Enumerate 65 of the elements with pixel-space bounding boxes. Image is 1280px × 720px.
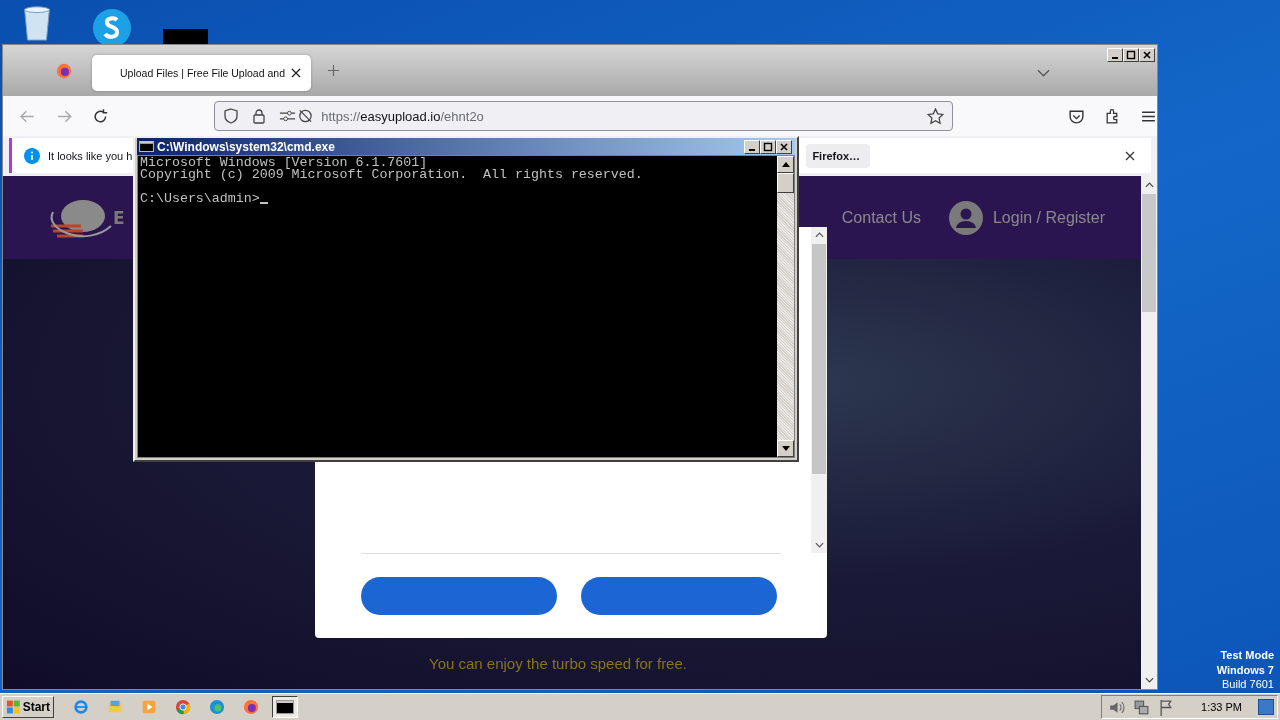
console-icon bbox=[139, 141, 154, 152]
console-icon bbox=[276, 699, 294, 715]
maximize-button[interactable] bbox=[1123, 48, 1139, 62]
info-icon bbox=[24, 147, 40, 164]
minimize-button[interactable] bbox=[1107, 48, 1123, 62]
close-icon bbox=[779, 141, 789, 152]
scroll-thumb[interactable] bbox=[1142, 194, 1156, 312]
shield-icon[interactable] bbox=[223, 108, 240, 124]
play-icon bbox=[140, 699, 158, 715]
close-icon[interactable] bbox=[291, 67, 301, 78]
console-text: Copyright (c) 2009 Microsoft Corporation. All rights reserved. bbox=[140, 169, 644, 181]
nav-link[interactable]: Login / Register bbox=[992, 208, 1105, 227]
minimize-button[interactable] bbox=[744, 139, 760, 154]
notification-button[interactable]: Firefox… bbox=[806, 143, 871, 168]
tagline-text: You can enjoy the turbo speed for free. bbox=[428, 655, 688, 672]
address-bar[interactable]: https://easyupload.io/ehnt2o bbox=[214, 101, 953, 131]
window-title: C:\Windows\system32\cmd.exe bbox=[157, 139, 335, 154]
new-tab-icon[interactable] bbox=[327, 64, 340, 77]
close-button[interactable] bbox=[1139, 48, 1155, 62]
reload-icon[interactable] bbox=[92, 107, 110, 125]
user-avatar-icon[interactable] bbox=[948, 200, 983, 235]
browser-tab[interactable]: Upload Files | Free File Upload and bbox=[92, 54, 311, 91]
star-icon[interactable] bbox=[927, 107, 944, 125]
minimize-icon bbox=[749, 148, 755, 151]
minimize-icon bbox=[1112, 57, 1118, 59]
maximize-icon bbox=[1126, 50, 1136, 60]
close-button[interactable] bbox=[776, 139, 792, 154]
action-button[interactable] bbox=[361, 577, 557, 615]
pocket-icon[interactable] bbox=[1068, 107, 1085, 125]
taskbar-app-button[interactable] bbox=[272, 696, 298, 718]
os-notice-text: Test Mode bbox=[1219, 648, 1274, 663]
maximize-icon bbox=[763, 141, 773, 152]
os-notice-text: Windows 7 bbox=[1216, 662, 1274, 677]
scroll-thumb[interactable] bbox=[812, 244, 826, 474]
console-prompt: C:\Users\admin> bbox=[140, 193, 260, 205]
close-icon bbox=[1142, 50, 1152, 60]
scrollbar[interactable] bbox=[1141, 176, 1157, 689]
action-button[interactable] bbox=[581, 577, 777, 615]
notification-text: It looks like you h bbox=[48, 149, 133, 162]
console-text: Microsoft Windows [Version 6.1.7601] bbox=[140, 157, 428, 169]
scroll-up-icon[interactable] bbox=[781, 162, 790, 167]
scrollbar[interactable] bbox=[811, 227, 827, 553]
network-icon[interactable] bbox=[1133, 698, 1151, 716]
clock[interactable]: 1:33 PM bbox=[1201, 701, 1242, 713]
chevron-down-icon[interactable] bbox=[1037, 69, 1050, 77]
start-button[interactable]: Start bbox=[2, 696, 54, 718]
nav-link[interactable]: Contact Us bbox=[841, 208, 921, 227]
scroll-down-icon[interactable] bbox=[1144, 677, 1154, 683]
lock-icon[interactable] bbox=[251, 108, 268, 124]
globe-icon bbox=[72, 699, 90, 715]
folder-icon bbox=[106, 699, 124, 715]
close-icon[interactable] bbox=[1125, 150, 1135, 161]
scroll-down-icon[interactable] bbox=[781, 446, 790, 451]
browser-icon bbox=[242, 699, 260, 715]
maximize-button[interactable] bbox=[760, 139, 776, 154]
os-notice-text: Build 7601 bbox=[1221, 677, 1274, 692]
browser-icon bbox=[208, 699, 226, 715]
windows-logo-icon bbox=[6, 699, 21, 715]
site-logo-text[interactable]: E bbox=[113, 207, 125, 228]
scroll-thumb[interactable] bbox=[777, 173, 794, 193]
browser-icon bbox=[174, 699, 192, 715]
text-cursor bbox=[259, 202, 268, 204]
scrollbar[interactable] bbox=[777, 156, 794, 457]
permissions-icon[interactable] bbox=[279, 108, 314, 124]
scroll-up-icon[interactable] bbox=[1144, 182, 1154, 188]
